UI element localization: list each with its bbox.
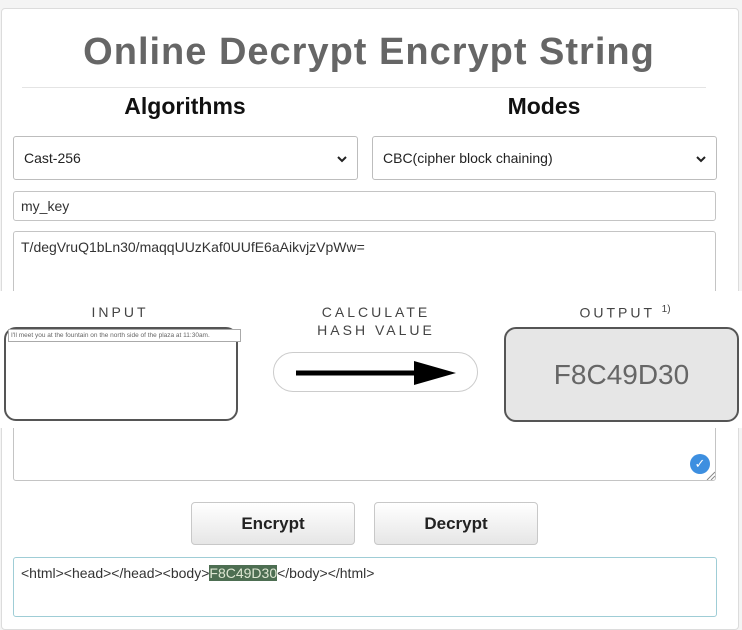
encrypt-button[interactable]: Encrypt [191,502,355,545]
overlay-calc-line2: HASH VALUE [317,322,435,338]
hash-overlay-graphic: INPUT CALCULATE HASH VALUE OUTPUT 1) I'l… [0,291,742,428]
overlay-output-label: OUTPUT 1) [560,301,690,322]
overlay-input-text: I'll meet you at the fountain on the nor… [8,329,241,342]
result-highlight: F8C49D30 [209,565,278,581]
input-textarea-text: T/degVruQ1bLn30/maqqUUzKaf0UUfE6aAikvjzV… [21,239,365,255]
page-title: Online Decrypt Encrypt String [83,31,655,73]
key-input[interactable]: my_key [13,191,716,221]
resize-grip-icon[interactable] [705,470,715,480]
algorithms-heading: Algorithms [124,93,246,119]
algorithm-select-value: Cast-256 [24,150,81,166]
overlay-arrow-box [273,352,478,392]
overlay-input-label: INPUT [91,304,149,320]
overlay-output-text: OUTPUT [579,304,655,321]
algorithm-select[interactable]: Cast-256 [13,136,358,180]
divider [22,87,706,88]
result-suffix: </body></html> [277,565,375,581]
mode-select-value: CBC(cipher block chaining) [383,150,553,166]
right-arrow-icon [296,361,456,385]
overlay-calc-label: CALCULATE HASH VALUE [296,303,456,339]
overlay-calc-line1: CALCULATE [321,304,431,320]
result-textarea[interactable]: <html><head></head><body>F8C49D30</body>… [13,557,717,617]
overlay-output-footnote: 1) [661,304,671,315]
overlay-output-box: F8C49D30 [504,327,739,422]
mode-select[interactable]: CBC(cipher block chaining) [372,136,717,180]
result-prefix: <html><head></head><body> [21,565,210,581]
modes-heading: Modes [507,93,581,119]
chevron-down-icon [696,151,706,166]
decrypt-button[interactable]: Decrypt [374,502,538,545]
chevron-down-icon [337,151,347,166]
